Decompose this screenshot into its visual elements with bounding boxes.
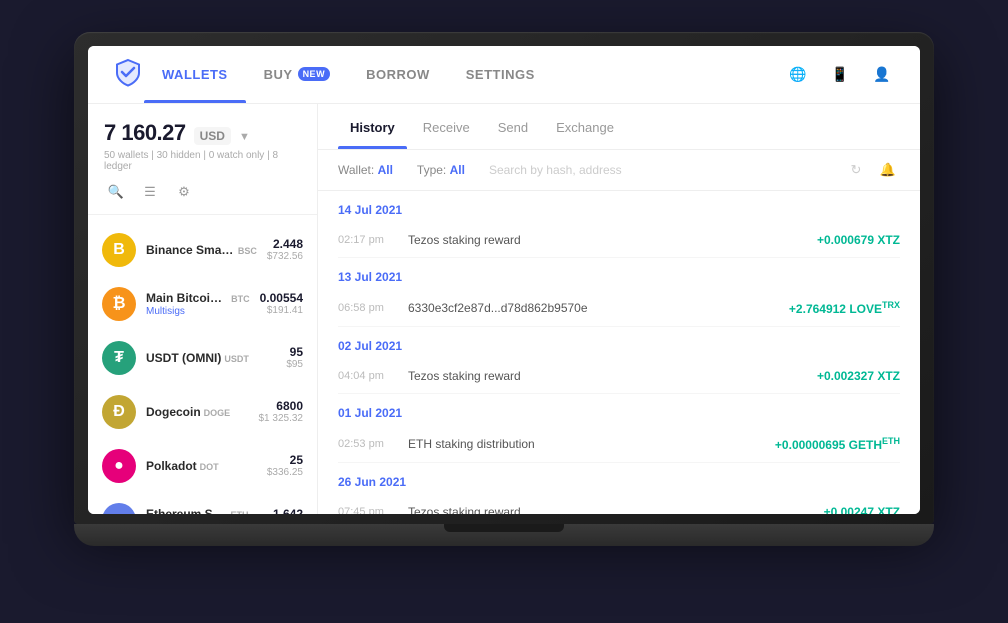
nav-buy[interactable]: BUY NEW bbox=[246, 46, 348, 104]
sidebar-header: 7 160.27 USD ▼ 50 wallets | 30 hidden | … bbox=[88, 104, 317, 215]
wallet-amounts-4: 25 $336.25 bbox=[267, 453, 303, 478]
refresh-icon[interactable]: ↻ bbox=[844, 158, 868, 182]
wallet-amounts-2: 95 $95 bbox=[286, 345, 303, 370]
top-nav: WALLETS BUY NEW BORROW SETTINGS bbox=[88, 46, 920, 104]
bell-icon[interactable]: 🔔 bbox=[876, 158, 900, 182]
wallet-icon-3: Ð bbox=[102, 395, 136, 429]
wallet-item[interactable]: Ð Dogecoin DOGE 6800 $1 325.32 bbox=[88, 385, 317, 439]
date-header: 02 Jul 2021 bbox=[338, 327, 900, 359]
wallet-info-2: USDT (OMNI) USDT bbox=[146, 351, 276, 365]
laptop-notch bbox=[444, 524, 564, 532]
laptop-base bbox=[74, 524, 934, 546]
wallet-amounts-5: 1.642 $3 559.51 bbox=[259, 507, 304, 514]
tx-amount: +0.00000695 GETHETH bbox=[775, 436, 900, 452]
search-icon[interactable]: 🔍 bbox=[104, 180, 128, 204]
main-content: 7 160.27 USD ▼ 50 wallets | 30 hidden | … bbox=[88, 104, 920, 514]
tx-time: 04:04 pm bbox=[338, 370, 408, 382]
tx-amount: +2.764912 LOVETRX bbox=[789, 300, 900, 316]
table-row[interactable]: 06:58 pm 6330e3cf2e87d...d78d862b9570e +… bbox=[338, 290, 900, 327]
balance-currency: USD bbox=[194, 127, 231, 145]
wallet-info-0: Binance Smart Chain... BSC bbox=[146, 243, 257, 257]
wallet-info-1: Main Bitcoin Wallet BTC Multisigs bbox=[146, 291, 250, 317]
wallet-info-3: Dogecoin DOGE bbox=[146, 405, 249, 419]
tx-time: 07:45 pm bbox=[338, 506, 408, 514]
tx-desc: 6330e3cf2e87d...d78d862b9570e bbox=[408, 301, 789, 315]
nav-right: 🌐 📱 👤 bbox=[784, 60, 896, 88]
wallet-item[interactable]: ₿ Main Bitcoin Wallet BTC Multisigs 0.00… bbox=[88, 277, 317, 331]
tab-exchange[interactable]: Exchange bbox=[544, 104, 626, 149]
sidebar-actions: 🔍 ☰ ⚙ bbox=[104, 180, 301, 204]
date-header: 13 Jul 2021 bbox=[338, 258, 900, 290]
tx-desc: ETH staking distribution bbox=[408, 437, 775, 451]
tx-desc: Tezos staking reward bbox=[408, 233, 817, 247]
app-logo bbox=[112, 56, 144, 93]
nav-wallets[interactable]: WALLETS bbox=[144, 46, 246, 104]
filter-icon[interactable]: ☰ bbox=[138, 180, 162, 204]
tx-amount: +0.000679 XTZ bbox=[817, 233, 900, 247]
total-balance: 7 160.27 bbox=[104, 120, 186, 146]
wallet-info-5: Ethereum Staking ETH Multisigs · Staking bbox=[146, 507, 249, 514]
nav-borrow[interactable]: BORROW bbox=[348, 46, 448, 104]
wallet-icon-0: B bbox=[102, 233, 136, 267]
right-panel: HistoryReceiveSendExchange Wallet: All T… bbox=[318, 104, 920, 514]
wallet-item[interactable]: ● Polkadot DOT 25 $336.25 bbox=[88, 439, 317, 493]
buy-badge: NEW bbox=[298, 67, 331, 81]
nav-items: WALLETS BUY NEW BORROW SETTINGS bbox=[144, 46, 784, 104]
nav-settings[interactable]: SETTINGS bbox=[448, 46, 553, 104]
tx-amount: +0.00247 XTZ bbox=[824, 505, 900, 514]
wallet-amounts-0: 2.448 $732.56 bbox=[267, 237, 303, 262]
tab-history[interactable]: History bbox=[338, 104, 407, 149]
search-filter[interactable]: Search by hash, address bbox=[489, 163, 844, 177]
nav-user-icon[interactable]: 👤 bbox=[868, 60, 896, 88]
tx-amount: +0.002327 XTZ bbox=[817, 369, 900, 383]
tx-desc: Tezos staking reward bbox=[408, 505, 824, 514]
wallet-item[interactable]: ₮ USDT (OMNI) USDT 95 $95 bbox=[88, 331, 317, 385]
wallet-list: B Binance Smart Chain... BSC 2.448 $732.… bbox=[88, 215, 317, 514]
tab-receive[interactable]: Receive bbox=[411, 104, 482, 149]
currency-chevron[interactable]: ▼ bbox=[239, 131, 250, 143]
type-filter[interactable]: Type: All bbox=[417, 163, 465, 177]
nav-phone-icon[interactable]: 📱 bbox=[826, 60, 854, 88]
wallet-icon-2: ₮ bbox=[102, 341, 136, 375]
wallet-item[interactable]: ⬨ Ethereum Staking ETH Multisigs · Staki… bbox=[88, 493, 317, 514]
table-row[interactable]: 04:04 pm Tezos staking reward +0.002327 … bbox=[338, 359, 900, 394]
tab-send[interactable]: Send bbox=[486, 104, 540, 149]
tx-time: 02:17 pm bbox=[338, 234, 408, 246]
wallet-icon-4: ● bbox=[102, 449, 136, 483]
history-list: 14 Jul 2021 02:17 pm Tezos staking rewar… bbox=[318, 191, 920, 514]
panel-filters: Wallet: All Type: All Search by hash, ad… bbox=[318, 150, 920, 191]
filter-action-icons: ↻ 🔔 bbox=[844, 158, 900, 182]
wallet-item[interactable]: B Binance Smart Chain... BSC 2.448 $732.… bbox=[88, 223, 317, 277]
sidebar-meta: 50 wallets | 30 hidden | 0 watch only | … bbox=[104, 150, 301, 172]
table-row[interactable]: 02:17 pm Tezos staking reward +0.000679 … bbox=[338, 223, 900, 258]
sidebar-balance: 7 160.27 USD ▼ bbox=[104, 120, 301, 146]
wallet-amounts-3: 6800 $1 325.32 bbox=[259, 399, 304, 424]
tx-time: 06:58 pm bbox=[338, 302, 408, 314]
sidebar: 7 160.27 USD ▼ 50 wallets | 30 hidden | … bbox=[88, 104, 318, 514]
table-row[interactable]: 07:45 pm Tezos staking reward +0.00247 X… bbox=[338, 495, 900, 514]
panel-tabs: HistoryReceiveSendExchange bbox=[318, 104, 920, 150]
tx-desc: Tezos staking reward bbox=[408, 369, 817, 383]
date-header: 14 Jul 2021 bbox=[338, 191, 900, 223]
nav-globe-icon[interactable]: 🌐 bbox=[784, 60, 812, 88]
date-header: 26 Jun 2021 bbox=[338, 463, 900, 495]
wallet-icon-5: ⬨ bbox=[102, 503, 136, 514]
tx-time: 02:53 pm bbox=[338, 438, 408, 450]
wallet-amounts-1: 0.00554 $191.41 bbox=[260, 291, 303, 316]
table-row[interactable]: 02:53 pm ETH staking distribution +0.000… bbox=[338, 426, 900, 463]
settings-icon[interactable]: ⚙ bbox=[172, 180, 196, 204]
wallet-icon-1: ₿ bbox=[102, 287, 136, 321]
wallet-filter[interactable]: Wallet: All bbox=[338, 163, 393, 177]
wallet-info-4: Polkadot DOT bbox=[146, 459, 257, 473]
date-header: 01 Jul 2021 bbox=[338, 394, 900, 426]
